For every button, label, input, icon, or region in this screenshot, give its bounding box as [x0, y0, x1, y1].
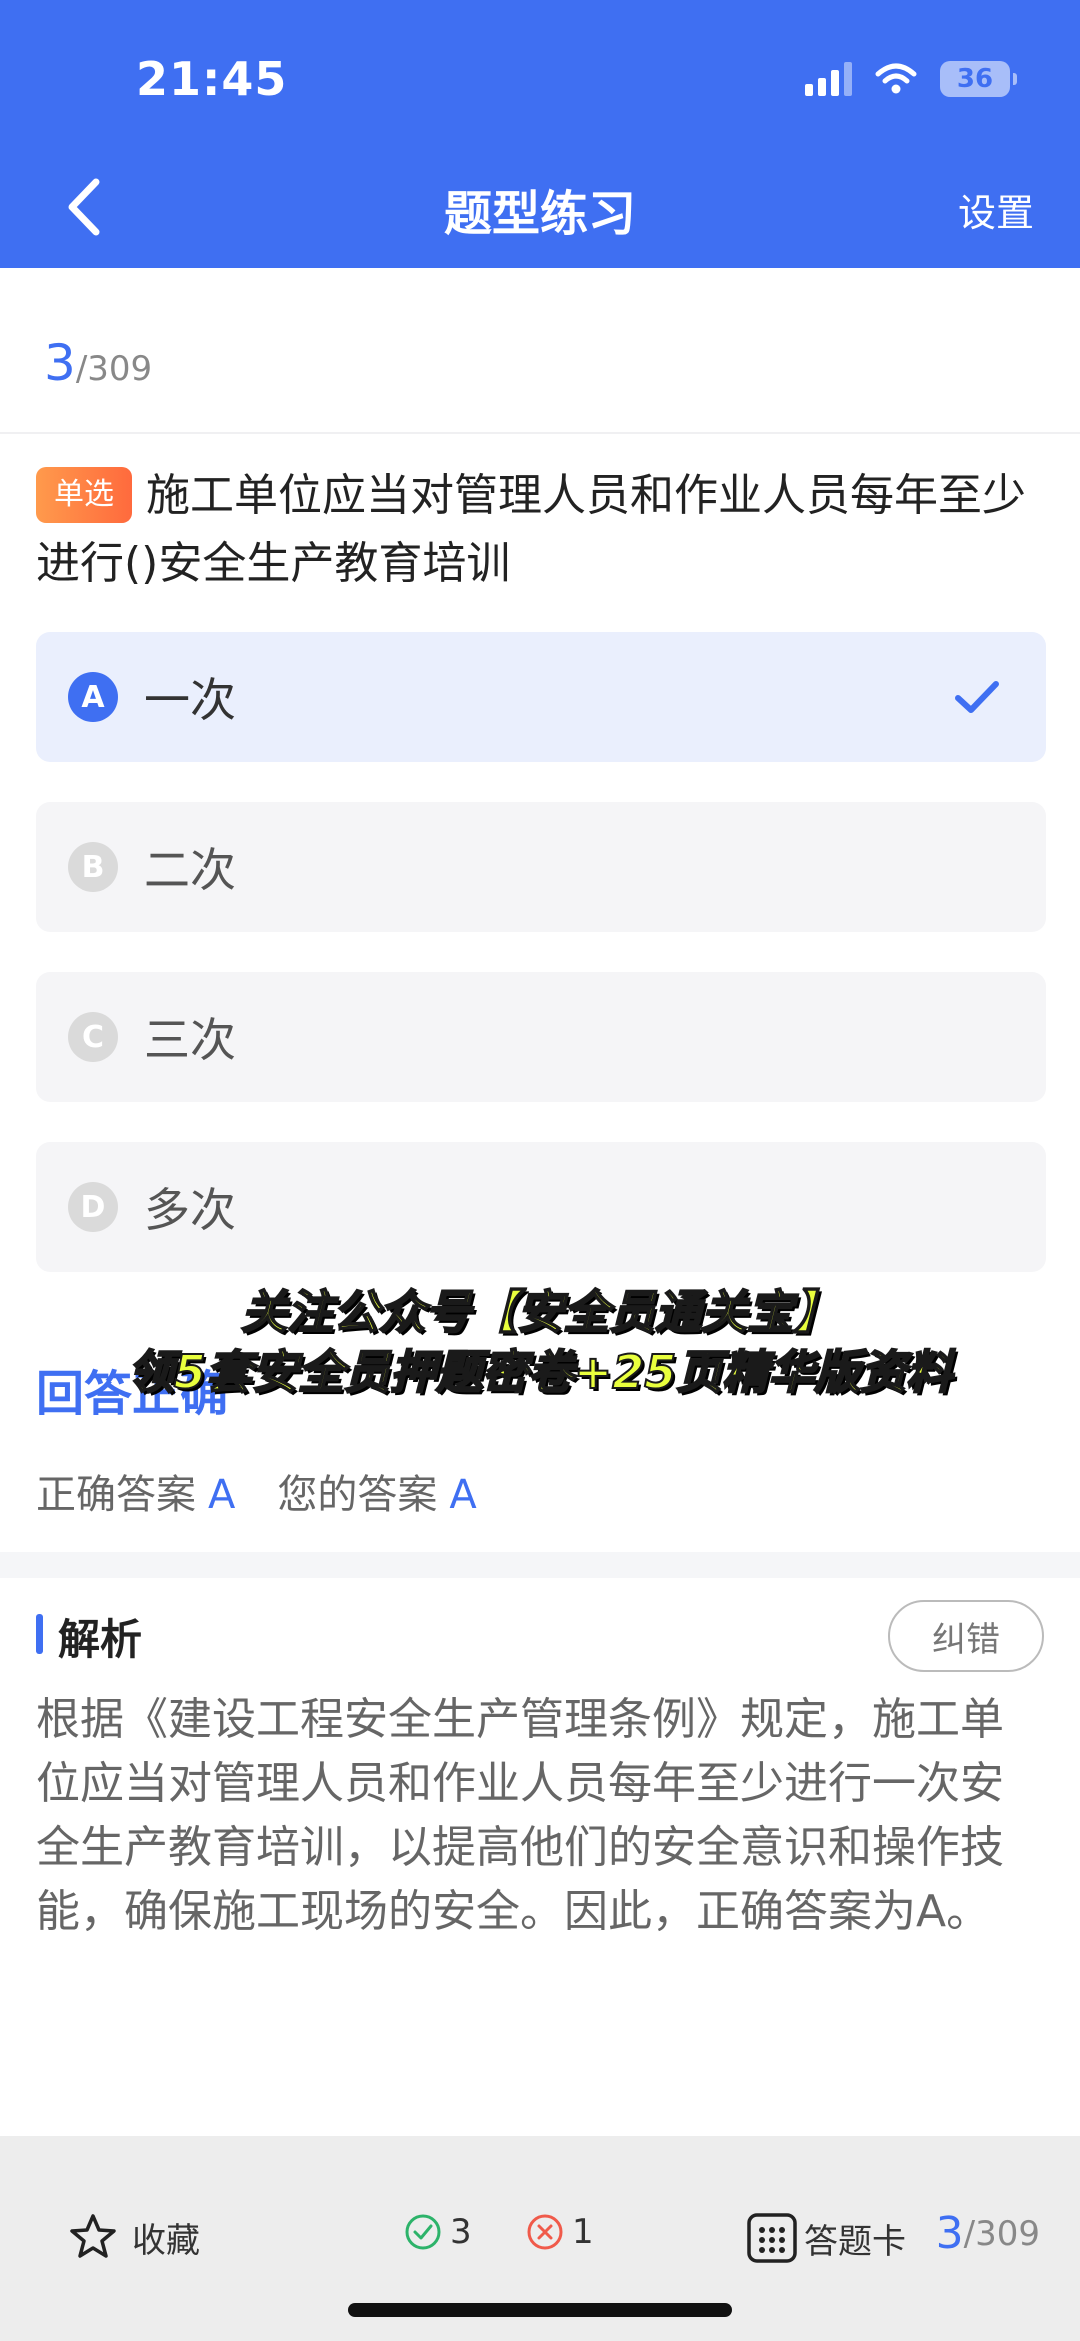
- check-circle-icon: [405, 2214, 441, 2250]
- favorite-label: 收藏: [132, 2220, 200, 2261]
- option-b[interactable]: B 二次: [36, 802, 1046, 932]
- home-indicator[interactable]: [348, 2303, 732, 2317]
- promo-overlay-line2: 领5套安全员押题密卷+25页精华版资料: [127, 1344, 954, 1400]
- correct-answer-label: 正确答案: [36, 1472, 196, 1518]
- option-a[interactable]: A 一次: [36, 632, 1046, 762]
- bottom-progress: 3/309: [936, 2208, 1040, 2259]
- option-d[interactable]: D 多次: [36, 1142, 1046, 1272]
- option-letter: B: [68, 842, 118, 892]
- option-letter: C: [68, 1012, 118, 1062]
- section-divider: [0, 1552, 1080, 1578]
- option-text: 三次: [144, 1013, 236, 1067]
- report-error-button[interactable]: 纠错: [888, 1600, 1044, 1672]
- answer-card-label: 答题卡: [804, 2221, 906, 2262]
- correct-answer-value: A: [208, 1472, 236, 1518]
- progress-total: /309: [963, 2213, 1040, 2254]
- question: 单选 施工单位应当对管理人员和作业人员每年至少进行()安全生产教育培训: [36, 462, 1046, 598]
- question-text: 施工单位应当对管理人员和作业人员每年至少进行()安全生产教育培训: [36, 470, 1026, 589]
- page-title: 题型练习: [443, 186, 636, 242]
- analysis-accent-bar: [36, 1614, 43, 1654]
- correct-count-value: 3: [450, 2212, 472, 2252]
- option-letter: A: [68, 672, 118, 722]
- analysis-title: 解析: [58, 1615, 143, 1664]
- checkmark-icon: [955, 681, 999, 713]
- option-text: 多次: [144, 1183, 236, 1237]
- counter-total: /309: [75, 349, 153, 389]
- question-counter: 3/309: [44, 334, 152, 392]
- analysis-text: 根据《建设工程安全生产管理条例》规定，施工单位应当对管理人员和作业人员每年至少进…: [36, 1694, 1004, 1937]
- progress-current: 3: [935, 2208, 964, 2259]
- wrong-count-value: 1: [572, 2212, 594, 2252]
- question-type-badge: 单选: [36, 467, 132, 523]
- promo-overlay-line1: 关注公众号【安全员通关宝】: [240, 1284, 840, 1340]
- option-letter: D: [68, 1182, 118, 1232]
- settings-button[interactable]: 设置: [958, 182, 1034, 237]
- wifi-icon: [875, 63, 917, 94]
- option-text: 二次: [144, 843, 236, 897]
- correct-count: 3: [404, 2212, 472, 2252]
- answer-summary: 正确答案 A 您的答案 A: [36, 1462, 519, 1520]
- option-c[interactable]: C 三次: [36, 972, 1046, 1102]
- your-answer-label: 您的答案: [277, 1472, 438, 1518]
- option-text: 一次: [144, 673, 236, 727]
- signal-icon: [805, 62, 852, 96]
- answer-card-button[interactable]: 答题卡: [746, 2212, 906, 2264]
- status-time: 21:45: [136, 52, 288, 106]
- header: 21:45 36 题型练习 设置: [0, 0, 1080, 268]
- divider: [0, 432, 1080, 434]
- favorite-button[interactable]: 收藏: [68, 2212, 200, 2262]
- x-circle-icon: [527, 2214, 563, 2250]
- counter-current: 3: [44, 334, 76, 392]
- wrong-count: 1: [526, 2212, 594, 2252]
- battery-icon: 36: [940, 61, 1017, 97]
- grid-icon: [747, 2213, 797, 2263]
- your-answer-value: A: [449, 1472, 477, 1518]
- star-icon: [70, 2214, 116, 2258]
- status-icons: 36: [805, 58, 1017, 100]
